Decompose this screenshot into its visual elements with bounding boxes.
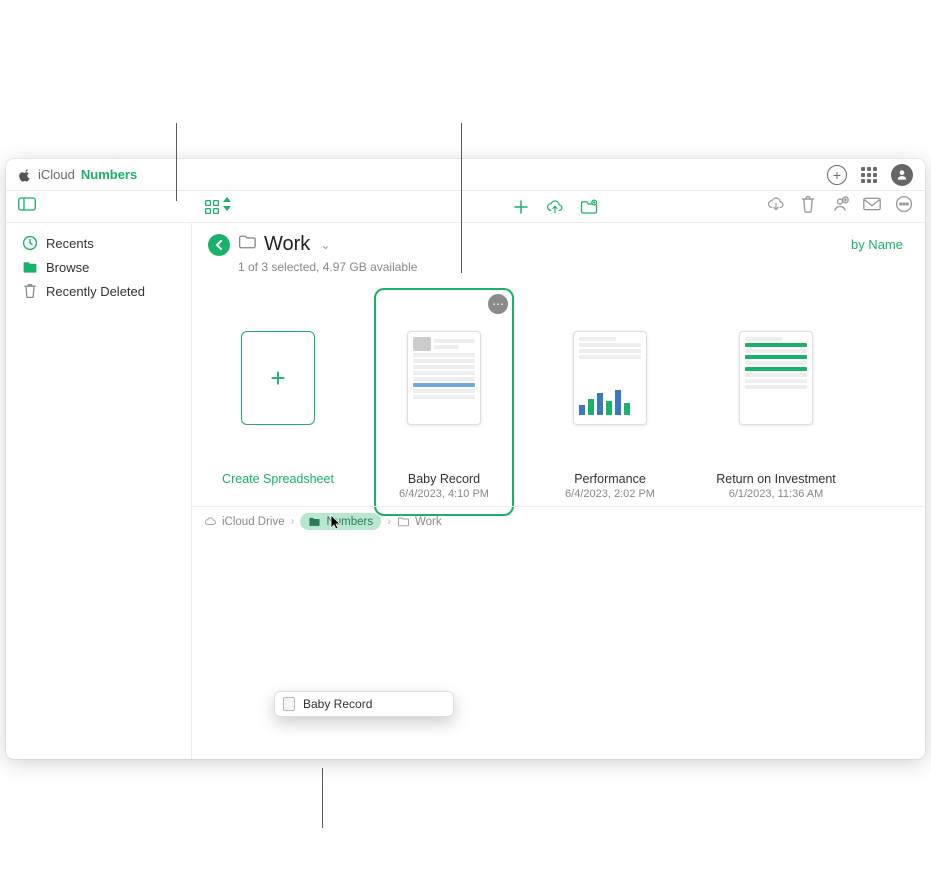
main-content: Work ⌄ by Name 1 of 3 selected, 4.97 GB …: [192, 223, 925, 759]
callout-line: [322, 768, 323, 828]
tile-date: 6/4/2023, 2:02 PM: [565, 488, 655, 500]
file-thumbnail: [573, 331, 647, 425]
drag-label: Baby Record: [303, 697, 372, 711]
chevron-right-icon: ›: [291, 516, 295, 528]
more-actions-icon[interactable]: [895, 195, 913, 218]
app-window: iCloud Numbers +: [6, 159, 925, 759]
path-root-label: iCloud Drive: [222, 516, 285, 528]
app-switcher-icon[interactable]: [861, 167, 877, 183]
drag-mini-thumb-icon: [283, 697, 295, 711]
sort-toggle-icon[interactable]: [222, 197, 232, 216]
titlebar: iCloud Numbers +: [6, 159, 925, 191]
drag-preview: Baby Record: [274, 691, 454, 717]
email-icon[interactable]: [863, 195, 881, 218]
sidebar-item-label: Browse: [46, 260, 89, 275]
upload-cloud-icon[interactable]: [546, 198, 564, 216]
sidebar-toggle-icon[interactable]: [18, 197, 36, 216]
sidebar: Recents Browse Recently Deleted: [6, 223, 192, 759]
file-tile-return-on-investment[interactable]: Return on Investment 6/1/2023, 11:36 AM: [706, 288, 846, 500]
file-tile-baby-record[interactable]: ⋯ Baby Record 6/4/2023, 4:10 PM: [374, 288, 514, 500]
add-icon[interactable]: [512, 198, 530, 216]
tile-date: 6/1/2023, 11:36 AM: [729, 488, 824, 500]
apple-logo-icon: [18, 168, 32, 182]
callout-line: [176, 123, 177, 201]
tile-label: Create Spreadsheet: [222, 472, 334, 486]
folder-outline-icon: [238, 234, 256, 255]
view-grid-icon[interactable]: [204, 197, 232, 216]
mouse-cursor-icon: [330, 514, 342, 530]
file-thumbnail: [739, 331, 813, 425]
sidebar-item-recents[interactable]: Recents: [16, 231, 181, 255]
tile-label: Return on Investment: [716, 472, 836, 486]
location-status: 1 of 3 selected, 4.97 GB available: [192, 260, 925, 282]
clock-icon: [22, 235, 38, 251]
sidebar-item-recently-deleted[interactable]: Recently Deleted: [16, 279, 181, 303]
plus-icon: +: [241, 331, 315, 425]
callout-line: [461, 123, 462, 273]
sidebar-item-browse[interactable]: Browse: [16, 255, 181, 279]
location-header: Work ⌄ by Name: [192, 223, 925, 260]
tile-label: Baby Record: [408, 472, 480, 486]
back-button[interactable]: [208, 234, 230, 256]
toolbar: [6, 191, 925, 223]
tile-date: 6/4/2023, 4:10 PM: [399, 488, 489, 500]
sort-by-button[interactable]: by Name: [851, 237, 909, 252]
chevron-down-icon[interactable]: ⌄: [320, 238, 330, 252]
tile-label: Performance: [574, 472, 646, 486]
location-title[interactable]: Work: [264, 233, 310, 256]
sidebar-item-label: Recently Deleted: [46, 284, 145, 299]
brand-app: Numbers: [81, 167, 137, 182]
folder-icon: [22, 259, 38, 275]
chevron-right-icon: ›: [387, 516, 391, 528]
path-leaf[interactable]: Work: [397, 515, 442, 528]
path-root[interactable]: iCloud Drive: [204, 515, 285, 528]
file-thumbnail: [407, 331, 481, 425]
collaborate-icon[interactable]: [831, 195, 849, 218]
trash-icon: [22, 283, 38, 299]
file-grid: + Create Spreadsheet ⋯ Baby Record 6/4/2…: [192, 282, 925, 506]
create-new-icon[interactable]: +: [827, 165, 847, 185]
brand-prefix: iCloud: [38, 167, 75, 182]
create-spreadsheet-tile[interactable]: + Create Spreadsheet: [208, 288, 348, 500]
account-avatar-icon[interactable]: [891, 164, 913, 186]
path-leaf-label: Work: [415, 516, 442, 528]
tile-more-icon[interactable]: ⋯: [488, 294, 508, 314]
new-folder-icon[interactable]: [580, 198, 598, 216]
sidebar-item-label: Recents: [46, 236, 94, 251]
download-cloud-icon[interactable]: [767, 195, 785, 218]
file-tile-performance[interactable]: Performance 6/4/2023, 2:02 PM: [540, 288, 680, 500]
path-bar: iCloud Drive › Numbers › Work: [192, 506, 925, 536]
trash-icon[interactable]: [799, 195, 817, 218]
